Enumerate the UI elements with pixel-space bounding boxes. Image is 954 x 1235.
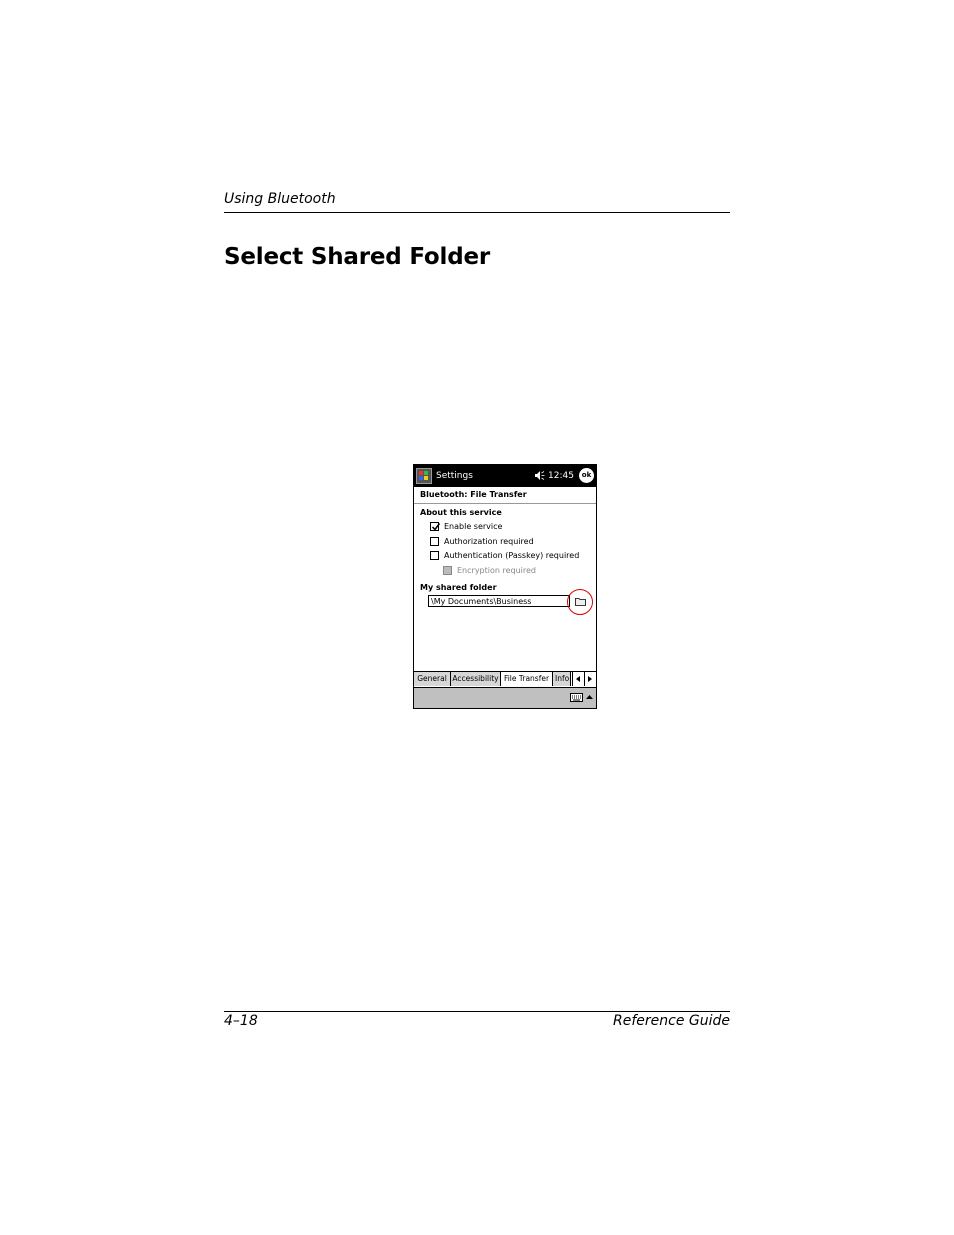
highlight-circle xyxy=(567,589,593,615)
start-menu-icon[interactable] xyxy=(416,468,432,484)
tab-accessibility[interactable]: Accessibility xyxy=(451,672,501,686)
checkmark-icon xyxy=(431,523,441,531)
tab-file-transfer[interactable]: File Transfer xyxy=(501,672,553,686)
arrow-right-icon xyxy=(588,676,592,682)
arrow-left-icon xyxy=(576,676,580,682)
footer-rule xyxy=(224,1011,730,1012)
tab-general[interactable]: General xyxy=(414,672,451,686)
navigation-bar: Settings 12:45 ok xyxy=(414,465,596,487)
encryption-checkbox xyxy=(443,566,452,575)
running-header: Using Bluetooth xyxy=(224,191,336,207)
shared-folder-input[interactable]: \My Documents\Business xyxy=(428,595,570,607)
about-service-label: About this service xyxy=(420,508,502,517)
menu-bar xyxy=(414,687,596,708)
book-title: Reference Guide xyxy=(613,1013,730,1029)
pocket-pc-screenshot: Settings 12:45 ok Bluetooth: File Transf… xyxy=(413,464,597,709)
page-title: Select Shared Folder xyxy=(224,244,491,270)
encryption-label: Encryption required xyxy=(457,566,537,575)
authorization-label: Authorization required xyxy=(444,537,534,546)
authorization-checkbox[interactable] xyxy=(430,537,439,546)
shared-folder-label: My shared folder xyxy=(420,583,497,592)
enable-service-checkbox[interactable] xyxy=(430,522,441,531)
input-panel-arrow-icon[interactable] xyxy=(585,693,594,702)
tab-strip: General Accessibility File Transfer Info xyxy=(414,671,596,687)
tab-scroll-left-button[interactable] xyxy=(572,672,584,686)
nav-title: Settings xyxy=(436,471,473,481)
authentication-checkbox[interactable] xyxy=(430,551,439,560)
ok-button[interactable]: ok xyxy=(579,468,594,483)
tab-scroll-right-button[interactable] xyxy=(584,672,596,686)
heading-divider xyxy=(414,503,596,504)
keyboard-icon[interactable] xyxy=(570,693,583,702)
clock[interactable]: 12:45 xyxy=(548,471,574,481)
enable-service-label: Enable service xyxy=(444,522,503,531)
authentication-label: Authentication (Passkey) required xyxy=(444,551,580,560)
speaker-icon[interactable] xyxy=(534,470,545,481)
page-number: 4–18 xyxy=(224,1013,258,1029)
settings-heading: Bluetooth: File Transfer xyxy=(420,490,527,499)
tab-info[interactable]: Info xyxy=(553,672,571,686)
header-rule xyxy=(224,212,730,213)
